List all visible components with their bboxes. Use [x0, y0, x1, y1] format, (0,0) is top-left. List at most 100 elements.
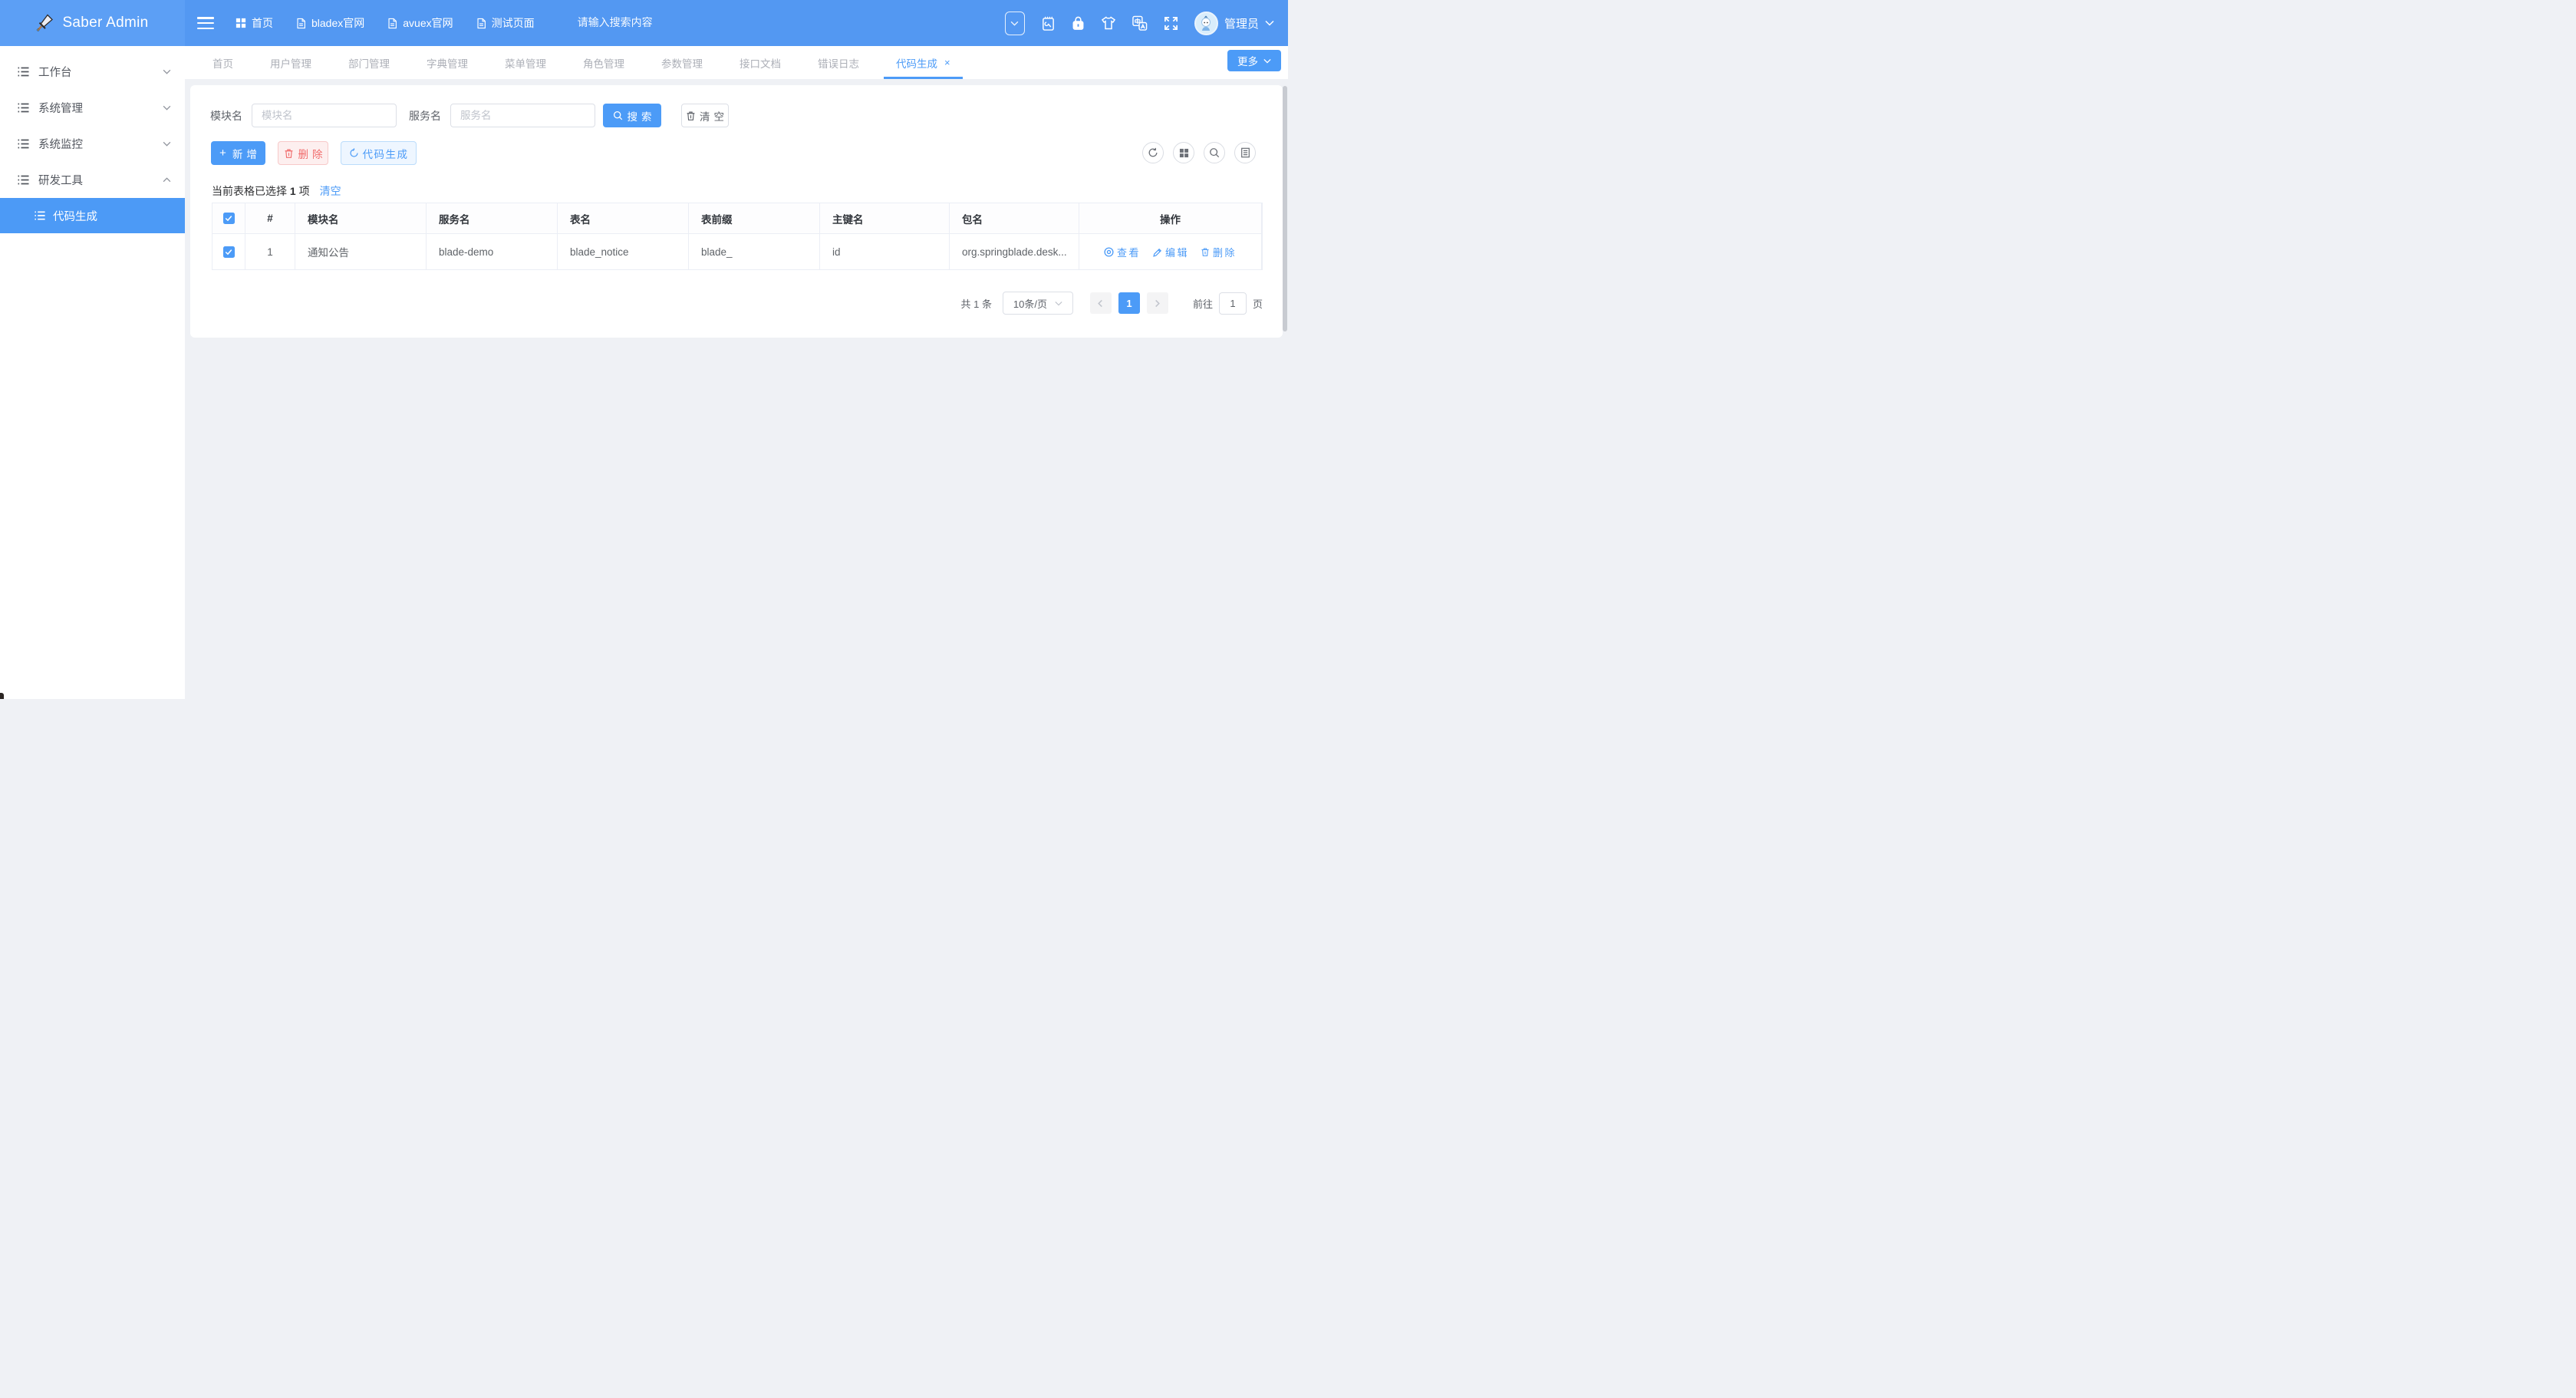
code-generate-button[interactable]: 代码生成	[341, 141, 417, 165]
lock-icon[interactable]	[1072, 15, 1085, 31]
topnav-label: avuex官网	[403, 15, 453, 31]
cell-service: blade-demo	[427, 234, 558, 270]
app-header: Saber Admin 首页	[0, 0, 1288, 46]
header-operations: 操作	[1079, 203, 1262, 234]
translate-icon[interactable]	[1132, 15, 1148, 31]
cell-package: org.springblade.desk...	[950, 234, 1079, 270]
sidebar-item-workbench[interactable]: 工作台	[0, 54, 185, 90]
table-row: 1 通知公告 blade-demo blade_notice blade_ id…	[212, 234, 1262, 270]
trash-icon	[1201, 247, 1210, 257]
pencil-icon	[1152, 247, 1162, 257]
panel-chevron-icon[interactable]	[1005, 12, 1025, 35]
tab-close-icon[interactable]: ×	[944, 57, 950, 68]
main-area: 首页 用户管理 部门管理 字典管理 菜单管理 角色管理 参数管理 接口文档 错误…	[185, 46, 1288, 699]
fullscreen-icon[interactable]	[1164, 16, 1178, 31]
select-all-checkbox[interactable]	[212, 203, 245, 234]
sidebar-item-code-generation[interactable]: 代码生成	[0, 198, 185, 233]
header-prefix: 表前缀	[689, 203, 820, 234]
chevron-down-icon	[163, 141, 171, 147]
chevron-left-icon	[1097, 299, 1104, 308]
topnav-test-page[interactable]: 测试页面	[476, 15, 535, 31]
cell-index: 1	[245, 234, 295, 270]
list-icon	[17, 65, 30, 78]
header-pk: 主键名	[820, 203, 950, 234]
list-icon	[17, 137, 30, 150]
service-name-label: 服务名	[409, 108, 441, 124]
list-icon	[17, 173, 30, 186]
refresh-icon	[1148, 147, 1158, 158]
table-header-row: # 模块名 服务名 表名 表前缀 主键名 包名 操作	[212, 203, 1262, 234]
checkbox-checked-icon[interactable]	[223, 246, 235, 258]
cell-operations: 查看 编辑 删除	[1079, 234, 1262, 270]
goto-page-input[interactable]	[1219, 292, 1247, 315]
tab-dictionary-management[interactable]: 字典管理	[408, 46, 486, 79]
add-button[interactable]: + 新增	[211, 141, 265, 165]
next-page-button[interactable]	[1147, 292, 1168, 314]
delete-button[interactable]: 删除	[278, 141, 328, 165]
topnav-home[interactable]: 首页	[236, 15, 273, 31]
cell-module: 通知公告	[295, 234, 427, 270]
tab-code-generation[interactable]: 代码生成 ×	[878, 46, 969, 79]
toolkit-icon[interactable]	[1041, 15, 1056, 31]
checkbox-checked-icon[interactable]	[223, 213, 235, 224]
refresh-button[interactable]	[1142, 142, 1164, 163]
page-number-current[interactable]: 1	[1118, 292, 1140, 314]
tab-param-management[interactable]: 参数管理	[643, 46, 721, 79]
trash-icon	[284, 148, 294, 159]
chevron-down-icon	[163, 69, 171, 74]
page-size-select[interactable]: 10条/页	[1003, 292, 1073, 315]
app-logo: Saber Admin	[0, 0, 185, 46]
sword-logo-icon	[36, 14, 54, 32]
view-link[interactable]: 查看	[1104, 245, 1141, 259]
tab-menu-management[interactable]: 菜单管理	[486, 46, 565, 79]
chevron-down-icon	[163, 105, 171, 110]
user-menu[interactable]: 管理员	[1194, 12, 1274, 35]
view-icon	[1104, 247, 1114, 257]
prev-page-button[interactable]	[1090, 292, 1112, 314]
delete-link[interactable]: 删除	[1201, 245, 1237, 259]
row-checkbox[interactable]	[212, 234, 245, 270]
more-button[interactable]: 更多	[1227, 50, 1281, 71]
module-name-input[interactable]	[252, 104, 397, 127]
service-name-input[interactable]	[450, 104, 595, 127]
tab-error-log[interactable]: 错误日志	[799, 46, 878, 79]
search-icon	[1209, 147, 1220, 158]
filter-form: 模块名 服务名 搜索 清空	[210, 104, 729, 127]
corner-artifact	[0, 693, 4, 699]
column-settings-button[interactable]	[1173, 142, 1194, 163]
tab-department-management[interactable]: 部门管理	[330, 46, 408, 79]
module-name-label: 模块名	[210, 108, 242, 124]
tab-role-management[interactable]: 角色管理	[565, 46, 643, 79]
selection-text: 当前表格已选择 1 项	[212, 183, 310, 199]
tab-api-docs[interactable]: 接口文档	[721, 46, 799, 79]
list-icon	[17, 101, 30, 114]
topnav-bladex[interactable]: bladex官网	[296, 15, 364, 31]
sidebar-item-label: 系统管理	[38, 100, 83, 116]
document-lines-icon	[1240, 147, 1250, 158]
clear-button[interactable]: 清空	[681, 104, 729, 127]
tab-home[interactable]: 首页	[194, 46, 252, 79]
topnav-avuex[interactable]: avuex官网	[387, 15, 453, 31]
topnav-label: bladex官网	[311, 15, 364, 31]
global-search-input[interactable]	[578, 16, 708, 28]
edit-link[interactable]: 编辑	[1152, 245, 1189, 259]
avatar	[1194, 12, 1218, 35]
sidebar-collapse-icon[interactable]	[197, 17, 214, 29]
data-table: # 模块名 服务名 表名 表前缀 主键名 包名 操作 1 通知公告	[212, 203, 1263, 270]
sidebar-item-dev-tools[interactable]: 研发工具	[0, 162, 185, 198]
pagination: 共 1 条 10条/页 1 前往	[961, 292, 1263, 315]
sidebar-item-system-management[interactable]: 系统管理	[0, 90, 185, 126]
tab-user-management[interactable]: 用户管理	[252, 46, 330, 79]
sidebar-subitem-label: 代码生成	[53, 208, 97, 224]
selection-clear-link[interactable]: 清空	[320, 183, 341, 199]
theme-shirt-icon[interactable]	[1101, 16, 1116, 30]
tab-bar: 首页 用户管理 部门管理 字典管理 菜单管理 角色管理 参数管理 接口文档 错误…	[185, 46, 1288, 79]
sidebar-item-label: 工作台	[38, 64, 72, 80]
sidebar-item-system-monitor[interactable]: 系统监控	[0, 126, 185, 162]
scrollbar-thumb[interactable]	[1283, 86, 1287, 331]
chevron-right-icon	[1154, 299, 1161, 308]
search-toggle-button[interactable]	[1204, 142, 1225, 163]
search-button[interactable]: 搜索	[603, 104, 661, 127]
table-view-button[interactable]	[1234, 142, 1256, 163]
selection-info: 当前表格已选择 1 项 清空	[212, 183, 341, 199]
